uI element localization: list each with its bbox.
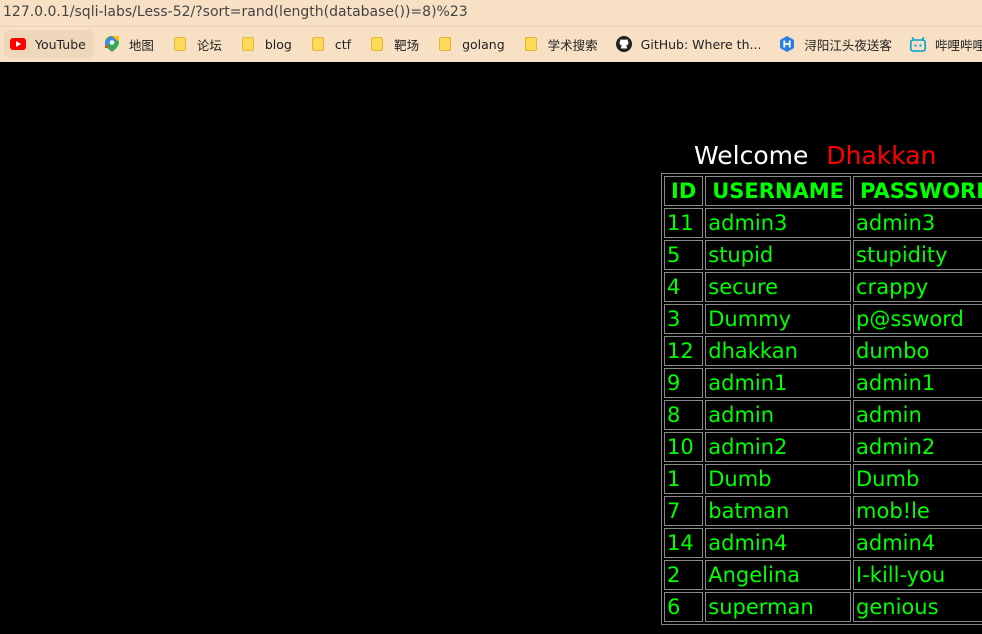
bookmark-blog-site[interactable]: 浔阳江头夜送客 [773,30,900,58]
cell-id: 14 [664,528,704,558]
cell-password: I-kill-you [853,560,982,590]
table-body: 11 admin3 admin3 5 stupid stupidity 4 secure cra… [664,208,982,622]
cell-username: admin4 [705,528,852,558]
table-row: 6 superman genious [664,592,982,622]
bookmark-folder-golang[interactable]: golang [431,30,513,58]
folder-icon [369,36,385,52]
cell-password: admin3 [853,208,982,238]
cell-username: admin3 [705,208,852,238]
bookmark-folder-forum[interactable]: 论坛 [166,30,230,58]
table-row: 2 Angelina I-kill-you [664,560,982,590]
bookmark-label: blog [264,36,292,52]
cell-password: admin [853,400,982,430]
cell-id: 3 [664,304,704,334]
bookmark-label: 浔阳江头夜送客 [804,37,892,53]
table-row: 8 admin admin [664,400,982,430]
cell-username: batman [705,496,852,526]
bookmark-bilibili[interactable]: 哔哩哔哩 (゜-゜)つ [904,30,982,58]
browser-chrome: 127.0.0.1/sqli-labs/Less-52/?sort=rand(l… [0,0,982,62]
column-header-password: PASSWORD [853,176,982,206]
cell-password: Dumb [853,464,982,494]
folder-icon [240,36,256,52]
cell-password: dumbo [853,336,982,366]
cell-password: admin4 [853,528,982,558]
user-name: Dhakkan [826,141,937,170]
github-icon [615,36,632,52]
cell-password: p@ssword [853,304,982,334]
cell-id: 4 [664,272,704,302]
cell-username: dhakkan [705,336,852,366]
table-row: 9 admin1 admin1 [664,368,982,398]
cell-id: 5 [664,240,704,270]
cell-username: superman [705,592,852,622]
bookmark-label: 学术搜索 [547,37,598,53]
bookmark-folder-range[interactable]: 靶场 [363,30,427,58]
table-row: 5 stupid stupidity [664,240,982,270]
bookmark-label: ctf [334,36,352,52]
bookmark-label: YouTube [35,36,86,52]
bookmark-github[interactable]: GitHub: Where th... [610,30,770,58]
cell-username: admin1 [705,368,852,398]
hexagon-h-icon [779,36,795,52]
cell-password: mob!le [853,496,982,526]
cell-id: 2 [664,560,704,590]
table-row: 4 secure crappy [664,272,982,302]
table-header-row: ID USERNAME PASSWORD [664,176,982,206]
folder-icon [437,36,453,52]
cell-username: Dummy [705,304,852,334]
cell-username: Angelina [705,560,852,590]
cell-password: crappy [853,272,982,302]
cell-password: admin2 [853,432,982,462]
bookmarks-bar: YouTube 地图 论坛 blog ctf 靶场 golang 学术搜索 Gi… [0,26,982,61]
cell-id: 9 [664,368,704,398]
cell-username: stupid [705,240,852,270]
table-row: 11 admin3 admin3 [664,208,982,238]
cell-username: Dumb [705,464,852,494]
cell-username: admin2 [705,432,852,462]
welcome-heading: Welcome Dhakkan [694,141,936,170]
cell-password: genious [853,592,982,622]
bookmark-folder-blog[interactable]: blog [234,30,300,58]
cell-id: 6 [664,592,704,622]
bookmark-label: GitHub: Where th... [640,36,762,52]
maps-icon [104,36,120,52]
bookmark-label: 哔哩哔哩 (゜-゜)つ [934,37,982,53]
welcome-text: Welcome [694,141,809,170]
cell-password: stupidity [853,240,982,270]
cell-id: 7 [664,496,704,526]
table-row: 3 Dummy p@ssword [664,304,982,334]
bookmark-label: 论坛 [196,37,222,53]
bilibili-icon [909,36,926,52]
bookmark-folder-scholar[interactable]: 学术搜索 [517,30,606,58]
cell-username: admin [705,400,852,430]
folder-icon [310,36,326,52]
folder-icon [523,36,539,52]
table-row: 12 dhakkan dumbo [664,336,982,366]
column-header-username: USERNAME [705,176,852,206]
table-row: 14 admin4 admin4 [664,528,982,558]
address-bar[interactable]: 127.0.0.1/sqli-labs/Less-52/?sort=rand(l… [0,0,982,24]
bookmark-label: 靶场 [394,37,420,53]
cell-username: secure [705,272,852,302]
youtube-icon [10,36,26,52]
bookmark-folder-ctf[interactable]: ctf [304,30,359,58]
cell-password: admin1 [853,368,982,398]
folder-icon [172,36,188,52]
cell-id: 1 [664,464,704,494]
cell-id: 12 [664,336,704,366]
bookmark-youtube[interactable]: YouTube [4,30,94,58]
cell-id: 11 [664,208,704,238]
column-header-id: ID [664,176,704,206]
bookmark-label: golang [462,36,505,52]
table-row: 10 admin2 admin2 [664,432,982,462]
cell-id: 8 [664,400,704,430]
results-table: ID USERNAME PASSWORD 11 admin3 admin3 5 stup… [661,173,982,625]
bookmark-maps[interactable]: 地图 [98,30,162,58]
table-row: 1 Dumb Dumb [664,464,982,494]
table-row: 7 batman mob!le [664,496,982,526]
bookmark-label: 地图 [128,37,154,53]
cell-id: 10 [664,432,704,462]
